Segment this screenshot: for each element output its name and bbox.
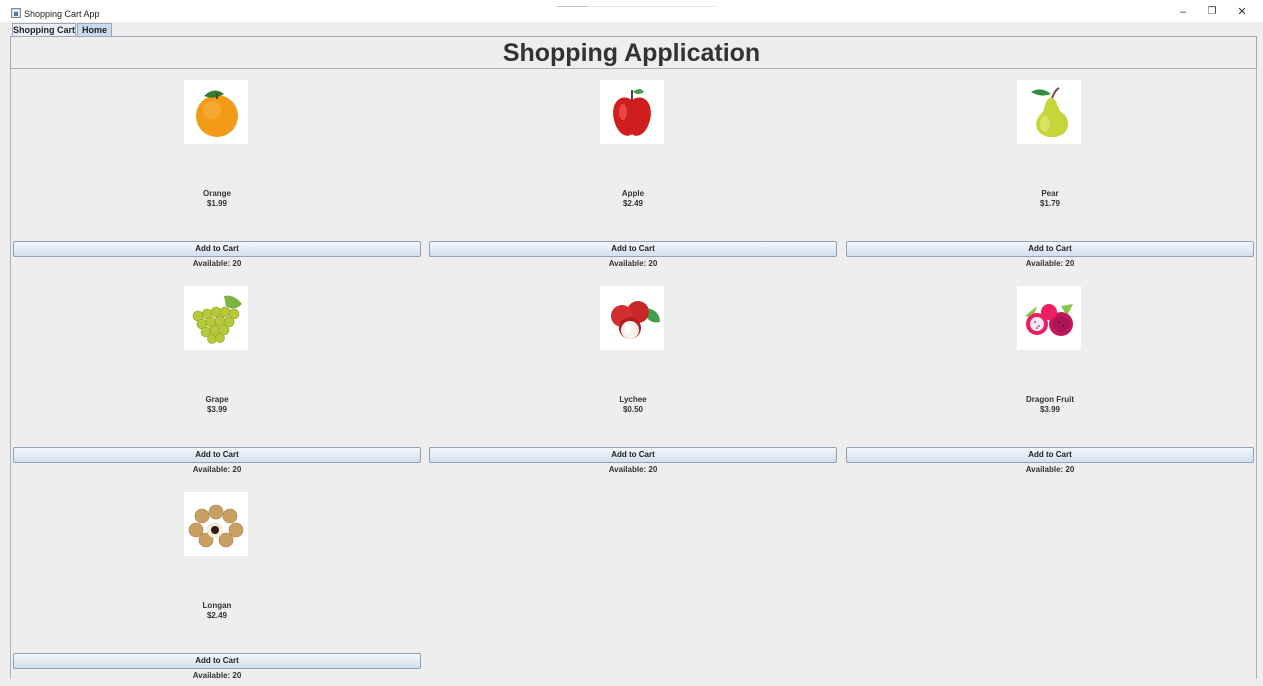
- window-title-bar: Shopping Cart App – ❐ ✕: [0, 0, 1263, 22]
- page-title: Shopping Application: [502, 39, 761, 67]
- availability-label: Available: 20: [192, 465, 242, 474]
- add-to-cart-button[interactable]: Add to Cart: [846, 241, 1254, 257]
- product-card-grape: Grape $3.99 Add to Cart Available: 20: [11, 274, 423, 480]
- tab-home[interactable]: Home: [77, 23, 112, 36]
- product-card-lychee: Lychee $0.50 Add to Cart Available: 20: [427, 274, 839, 480]
- product-name: Grape: [205, 395, 229, 404]
- title-bar-divider: [556, 6, 716, 7]
- add-to-cart-button[interactable]: Add to Cart: [429, 447, 837, 463]
- apple-icon: [600, 80, 664, 144]
- window-title: Shopping Cart App: [24, 9, 100, 19]
- availability-label: Available: 20: [608, 465, 658, 474]
- add-to-cart-button[interactable]: Add to Cart: [846, 447, 1254, 463]
- product-price: $2.49: [622, 199, 644, 208]
- orange-icon: [184, 80, 248, 144]
- product-price: $1.79: [1039, 199, 1061, 208]
- minimize-button[interactable]: –: [1174, 5, 1192, 19]
- product-name: Orange: [202, 189, 231, 198]
- availability-label: Available: 20: [1025, 259, 1075, 268]
- tab-strip: [0, 22, 1263, 36]
- availability-label: Available: 20: [608, 259, 658, 268]
- product-card-dragon-fruit: Dragon Fruit $3.99 Add to Cart Available…: [844, 274, 1256, 480]
- product-card-orange: Orange $1.99 Add to Cart Available: 20: [11, 68, 423, 274]
- product-name: Lychee: [619, 395, 647, 404]
- close-button[interactable]: ✕: [1233, 5, 1251, 19]
- product-card-apple: Apple $2.49 Add to Cart Available: 20: [427, 68, 839, 274]
- grape-icon: [184, 286, 248, 350]
- product-price: $1.99: [206, 199, 228, 208]
- availability-label: Available: 20: [192, 259, 242, 268]
- add-to-cart-button[interactable]: Add to Cart: [429, 241, 837, 257]
- product-name: Pear: [1041, 189, 1059, 198]
- lychee-icon: [600, 286, 664, 350]
- product-price: $3.99: [1039, 405, 1061, 414]
- product-price: $3.99: [206, 405, 228, 414]
- product-price: $2.49: [206, 611, 228, 620]
- dragon-fruit-icon: [1017, 286, 1081, 350]
- add-to-cart-button[interactable]: Add to Cart: [13, 241, 421, 257]
- longan-icon: [184, 492, 248, 556]
- pear-icon: [1017, 80, 1081, 144]
- restore-button[interactable]: ❐: [1203, 5, 1221, 19]
- availability-label: Available: 20: [1025, 465, 1075, 474]
- product-name: Dragon Fruit: [1026, 395, 1074, 404]
- add-to-cart-button[interactable]: Add to Cart: [13, 653, 421, 669]
- product-name: Apple: [621, 189, 645, 198]
- product-name: Longan: [202, 601, 232, 610]
- product-price: $0.50: [622, 405, 644, 414]
- product-card-longan: Longan $2.49 Add to Cart Available: 20: [11, 480, 423, 686]
- add-to-cart-button[interactable]: Add to Cart: [13, 447, 421, 463]
- product-card-pear: Pear $1.79 Add to Cart Available: 20: [844, 68, 1256, 274]
- java-app-icon: [11, 8, 21, 18]
- tab-shopping-cart[interactable]: Shopping Cart: [12, 23, 76, 36]
